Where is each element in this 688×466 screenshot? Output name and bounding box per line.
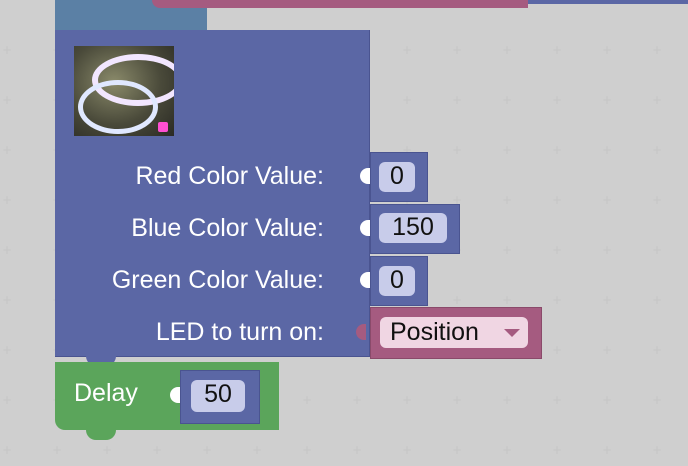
grid-plus-mark: + xyxy=(402,393,413,407)
grid-plus-mark: + xyxy=(602,193,613,207)
blue-color-label: Blue Color Value: xyxy=(131,214,324,242)
grid-plus-mark: + xyxy=(602,43,613,57)
grid-plus-mark: + xyxy=(502,43,513,57)
grid-plus-mark: + xyxy=(452,93,463,107)
led-strip-image xyxy=(74,46,174,136)
chevron-down-icon[interactable] xyxy=(504,329,520,337)
socket-notch xyxy=(170,387,180,403)
grid-plus-mark: + xyxy=(452,43,463,57)
grid-plus-mark: + xyxy=(552,393,563,407)
grid-plus-mark: + xyxy=(502,293,513,307)
grid-plus-mark: + xyxy=(602,93,613,107)
socket-notch xyxy=(360,168,370,184)
grid-plus-mark: + xyxy=(552,93,563,107)
grid-plus-mark: + xyxy=(552,293,563,307)
grid-plus-mark: + xyxy=(602,243,613,257)
led-position-value: Position xyxy=(390,318,479,346)
grid-plus-mark: + xyxy=(2,343,13,357)
parent-input-block[interactable] xyxy=(528,0,688,4)
grid-plus-mark: + xyxy=(652,143,663,157)
green-value-field[interactable]: 0 xyxy=(379,266,415,296)
delay-value-field[interactable]: 50 xyxy=(191,380,245,412)
grid-plus-mark: + xyxy=(452,393,463,407)
grid-plus-mark: + xyxy=(352,443,363,457)
grid-plus-mark: + xyxy=(552,193,563,207)
grid-plus-mark: + xyxy=(552,243,563,257)
grid-plus-mark: + xyxy=(52,443,63,457)
grid-plus-mark: + xyxy=(652,293,663,307)
grid-plus-mark: + xyxy=(652,93,663,107)
grid-plus-mark: + xyxy=(502,243,513,257)
grid-plus-mark: + xyxy=(502,443,513,457)
red-value-field[interactable]: 0 xyxy=(379,162,415,192)
grid-plus-mark: + xyxy=(252,443,263,457)
grid-plus-mark: + xyxy=(202,443,213,457)
grid-plus-mark: + xyxy=(402,93,413,107)
grid-plus-mark: + xyxy=(652,443,663,457)
grid-plus-mark: + xyxy=(2,43,13,57)
socket-notch xyxy=(360,272,370,288)
grid-plus-mark: + xyxy=(502,393,513,407)
grid-plus-mark: + xyxy=(552,343,563,357)
grid-plus-mark: + xyxy=(152,443,163,457)
grid-plus-mark: + xyxy=(2,93,13,107)
grid-plus-mark: + xyxy=(452,443,463,457)
grid-plus-mark: + xyxy=(452,293,463,307)
parent-dropdown-block[interactable] xyxy=(152,0,528,8)
grid-plus-mark: + xyxy=(602,343,613,357)
grid-plus-mark: + xyxy=(2,243,13,257)
grid-plus-mark: + xyxy=(552,143,563,157)
blue-value-field[interactable]: 150 xyxy=(379,213,447,243)
green-color-label: Green Color Value: xyxy=(111,266,324,294)
grid-plus-mark: + xyxy=(502,143,513,157)
grid-plus-mark: + xyxy=(652,193,663,207)
grid-plus-mark: + xyxy=(652,393,663,407)
grid-plus-mark: + xyxy=(102,443,113,457)
grid-plus-mark: + xyxy=(2,443,13,457)
grid-plus-mark: + xyxy=(652,43,663,57)
grid-plus-mark: + xyxy=(352,393,363,407)
grid-plus-mark: + xyxy=(302,393,313,407)
grid-plus-mark: + xyxy=(652,343,663,357)
grid-plus-mark: + xyxy=(2,293,13,307)
socket-notch xyxy=(360,220,370,236)
grid-plus-mark: + xyxy=(502,193,513,207)
delay-label: Delay xyxy=(74,379,138,407)
grid-plus-mark: + xyxy=(2,393,13,407)
socket-notch xyxy=(356,324,366,340)
grid-plus-mark: + xyxy=(2,193,13,207)
grid-plus-mark: + xyxy=(552,43,563,57)
red-color-label: Red Color Value: xyxy=(135,162,324,190)
grid-plus-mark: + xyxy=(602,393,613,407)
grid-plus-mark: + xyxy=(602,143,613,157)
grid-plus-mark: + xyxy=(502,93,513,107)
grid-plus-mark: + xyxy=(652,243,663,257)
grid-plus-mark: + xyxy=(602,443,613,457)
grid-plus-mark: + xyxy=(552,443,563,457)
grid-plus-mark: + xyxy=(402,443,413,457)
grid-plus-mark: + xyxy=(2,143,13,157)
grid-plus-mark: + xyxy=(302,443,313,457)
grid-plus-mark: + xyxy=(602,293,613,307)
grid-plus-mark: + xyxy=(402,43,413,57)
grid-plus-mark: + xyxy=(452,143,463,157)
led-position-label: LED to turn on: xyxy=(155,318,324,346)
